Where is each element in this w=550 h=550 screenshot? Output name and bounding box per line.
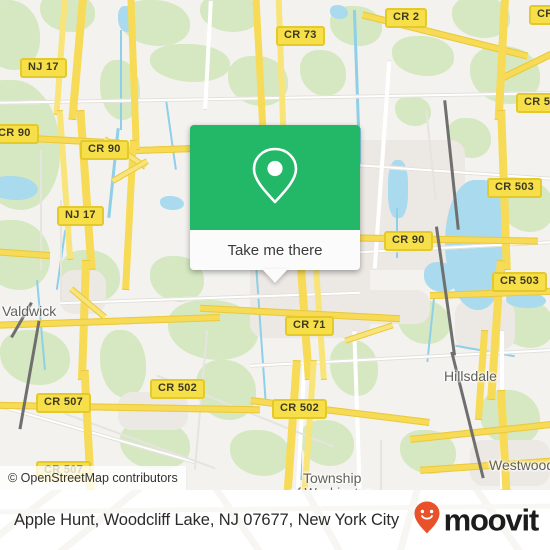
moovit-smiley-pin-icon (413, 501, 441, 540)
road-shield: CR 507 (36, 393, 92, 413)
attribution-bar[interactable]: © OpenStreetMap contributors (0, 466, 187, 490)
footer-bar: Apple Hunt, Woodcliff Lake, NJ 07677, Ne… (0, 490, 550, 550)
location-callout-card[interactable]: Take me there (190, 125, 360, 283)
road-shield: CR 2 (385, 8, 428, 28)
road-shield: CR 503 (487, 178, 543, 198)
place-label: Valdwick (2, 303, 57, 319)
moovit-wordmark: moovit (443, 502, 540, 538)
road-shield: CR 90 (384, 231, 433, 251)
place-label: Township (303, 470, 362, 486)
road-shield: CR 90 (0, 124, 39, 144)
place-label: Westwood (489, 457, 550, 473)
road-shield: CR 503 (492, 272, 548, 292)
map-screen: Valdwick Hillsdale Westwood Township of … (0, 0, 550, 550)
road-shield: CR 502 (150, 379, 206, 399)
road-shield: CR 50 (516, 93, 550, 113)
attribution-text: © OpenStreetMap contributors (8, 471, 178, 485)
road-shield: CR 71 (285, 316, 334, 336)
place-label: Hillsdale (444, 368, 497, 384)
moovit-brand[interactable]: moovit (413, 501, 540, 540)
road-shield: NJ 17 (57, 206, 104, 226)
road-shield: CR 73 (276, 26, 325, 46)
callout-tail (262, 269, 288, 283)
road-shield: CR (529, 5, 550, 25)
card-pin-area (190, 125, 360, 230)
map-pin-icon (246, 144, 304, 211)
road-shield: CR 502 (272, 399, 328, 419)
road-shield: NJ 17 (20, 58, 67, 78)
page-title: Apple Hunt, Woodcliff Lake, NJ 07677, Ne… (14, 510, 400, 529)
take-me-there-label: Take me there (227, 241, 323, 259)
road-shield: CR 90 (80, 140, 129, 160)
take-me-there-button[interactable]: Take me there (190, 230, 360, 283)
map-view[interactable]: Valdwick Hillsdale Westwood Township of … (0, 0, 550, 490)
